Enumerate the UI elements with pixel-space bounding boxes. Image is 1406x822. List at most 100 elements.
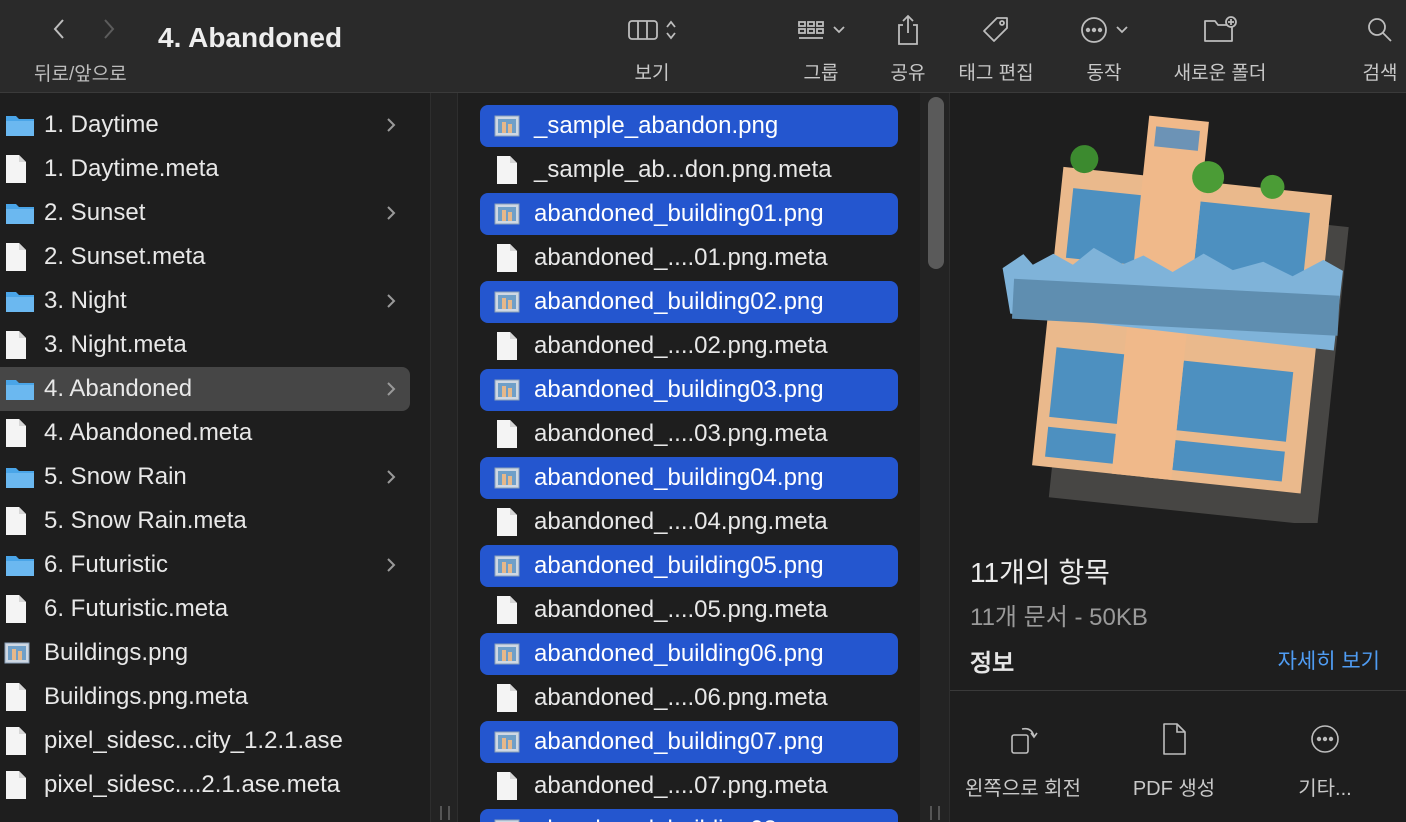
info-heading: 정보: [970, 650, 1015, 677]
image-thumbnail-icon: [494, 203, 520, 225]
chevron-right-icon: [384, 115, 398, 135]
chevron-right-icon: [384, 555, 398, 575]
view-button[interactable]: 보기: [618, 10, 686, 85]
row-icon: [4, 462, 40, 492]
column-row[interactable]: pixel_sidesc...city_1.2.1.ase: [0, 719, 410, 763]
back-button[interactable]: [44, 14, 74, 44]
column-row[interactable]: pixel_sidesc....2.1.ase.meta: [0, 763, 410, 807]
new-folder-button[interactable]: 새로운 폴더: [1166, 10, 1274, 85]
search-icon: [1368, 18, 1392, 42]
row-name: pixel_sidesc...city_1.2.1.ase: [44, 727, 343, 754]
column-row[interactable]: 2. Sunset: [0, 191, 410, 235]
file-row[interactable]: abandoned_building02.png: [480, 281, 898, 323]
column-row[interactable]: 6. Futuristic.meta: [0, 587, 410, 631]
column-row[interactable]: Buildings.png.meta: [0, 675, 410, 719]
column-row[interactable]: 3. Night: [0, 279, 410, 323]
action-button[interactable]: 동작: [1072, 10, 1136, 85]
column-row[interactable]: 3. Night.meta: [0, 323, 410, 367]
file-row[interactable]: abandoned_....05.png.meta: [480, 589, 898, 631]
file-row[interactable]: abandoned_building03.png: [480, 369, 898, 411]
file-row[interactable]: _sample_abandon.png: [480, 105, 898, 147]
more-actions-button[interactable]: 기타...: [1280, 721, 1370, 801]
file-icon: [484, 331, 530, 361]
file-row[interactable]: abandoned_building07.png: [480, 721, 898, 763]
document-icon: [6, 683, 26, 711]
column-row[interactable]: 6. Futuristic: [0, 543, 410, 587]
search-label: 검색: [1362, 63, 1398, 84]
preview-pane: 11개의 항목 11개 문서 - 50KB 정보 자세히 보기 왼쪽으로 회전 …: [950, 93, 1406, 822]
file-row[interactable]: abandoned_....06.png.meta: [480, 677, 898, 719]
chevron-down-icon: [833, 26, 845, 34]
file-row[interactable]: abandoned_building04.png: [480, 457, 898, 499]
file-row[interactable]: abandoned_building01.png: [480, 193, 898, 235]
file-name: abandoned_....06.png.meta: [534, 684, 828, 711]
rotate-left-icon: [1011, 727, 1038, 754]
column-row[interactable]: Buildings.png: [0, 631, 410, 675]
row-name: 6. Futuristic.meta: [44, 595, 229, 622]
group-button[interactable]: 그룹: [788, 10, 854, 85]
row-icon: [4, 242, 40, 272]
column-row[interactable]: 4. Abandoned.meta: [0, 411, 410, 455]
file-name: abandoned_....03.png.meta: [534, 420, 828, 447]
column-row[interactable]: 1. Daytime.meta: [0, 147, 410, 191]
file-icon: [484, 465, 530, 491]
column-row[interactable]: 1. Daytime: [0, 103, 410, 147]
row-name: 2. Sunset.meta: [44, 243, 206, 270]
row-name: 4. Abandoned.meta: [44, 419, 253, 446]
file-name: abandoned_....05.png.meta: [534, 596, 828, 623]
row-name: 1. Daytime.meta: [44, 155, 219, 182]
row-name: 5. Snow Rain: [44, 463, 187, 490]
file-row[interactable]: abandoned_building05.png: [480, 545, 898, 587]
file-icon: [484, 817, 530, 822]
create-pdf-button[interactable]: PDF 생성: [1122, 721, 1226, 801]
rotate-left-button[interactable]: 왼쪽으로 회전: [958, 721, 1088, 801]
folder-icon: [6, 380, 34, 400]
column-row[interactable]: 2. Sunset.meta: [0, 235, 410, 279]
file-name: abandoned_building03.png: [534, 376, 824, 403]
share-button[interactable]: 공유: [884, 10, 932, 85]
chevron-left-icon: [53, 19, 64, 39]
file-icon: [484, 419, 530, 449]
edit-tags-button[interactable]: 태그 편집: [950, 10, 1042, 85]
file-icon: [484, 113, 530, 139]
divider: [950, 690, 1406, 691]
search-button[interactable]: 검색: [1356, 10, 1404, 85]
row-name: 4. Abandoned: [44, 375, 193, 402]
file-row[interactable]: abandoned_building08.png: [480, 809, 898, 822]
row-icon: [4, 550, 40, 580]
column-row[interactable]: 4. Abandoned: [0, 367, 410, 411]
column-divider[interactable]: [430, 93, 458, 822]
file-icon: [484, 553, 530, 579]
image-thumbnail-icon: [494, 467, 520, 489]
file-row[interactable]: abandoned_building06.png: [480, 633, 898, 675]
forward-button[interactable]: [94, 14, 124, 44]
share-icon: [898, 14, 918, 45]
document-icon: [6, 331, 26, 359]
resize-handle[interactable]: [930, 806, 940, 820]
file-icon: [484, 641, 530, 667]
file-row[interactable]: abandoned_....03.png.meta: [480, 413, 898, 455]
file-row[interactable]: abandoned_....07.png.meta: [480, 765, 898, 807]
file-row[interactable]: abandoned_....02.png.meta: [480, 325, 898, 367]
column-row[interactable]: 5. Snow Rain.meta: [0, 499, 410, 543]
file-row[interactable]: abandoned_....01.png.meta: [480, 237, 898, 279]
edit-tags-label: 태그 편집: [958, 63, 1034, 84]
folder-icon: [6, 116, 34, 136]
resize-handle[interactable]: [440, 806, 450, 820]
row-icon: [4, 198, 40, 228]
parent-folder-column: 1. Daytime 1. Daytime.meta 2. Sunset 2. Sun…: [0, 93, 430, 822]
image-thumbnail-icon: [494, 819, 520, 822]
file-row[interactable]: _sample_ab...don.png.meta: [480, 149, 898, 191]
folder-icon: [6, 204, 34, 224]
folder-icon: [6, 468, 34, 488]
column-row[interactable]: 5. Snow Rain: [0, 455, 410, 499]
columns-view-icon: [628, 20, 658, 40]
action-label: 동작: [1086, 63, 1122, 84]
show-more-link[interactable]: 자세히 보기: [1278, 645, 1380, 675]
file-name: abandoned_building05.png: [534, 552, 824, 579]
file-row[interactable]: abandoned_....04.png.meta: [480, 501, 898, 543]
file-icon: [484, 289, 530, 315]
scrollbar-thumb[interactable]: [928, 97, 944, 269]
row-name: 5. Snow Rain.meta: [44, 507, 247, 534]
file-icon: [484, 595, 530, 625]
